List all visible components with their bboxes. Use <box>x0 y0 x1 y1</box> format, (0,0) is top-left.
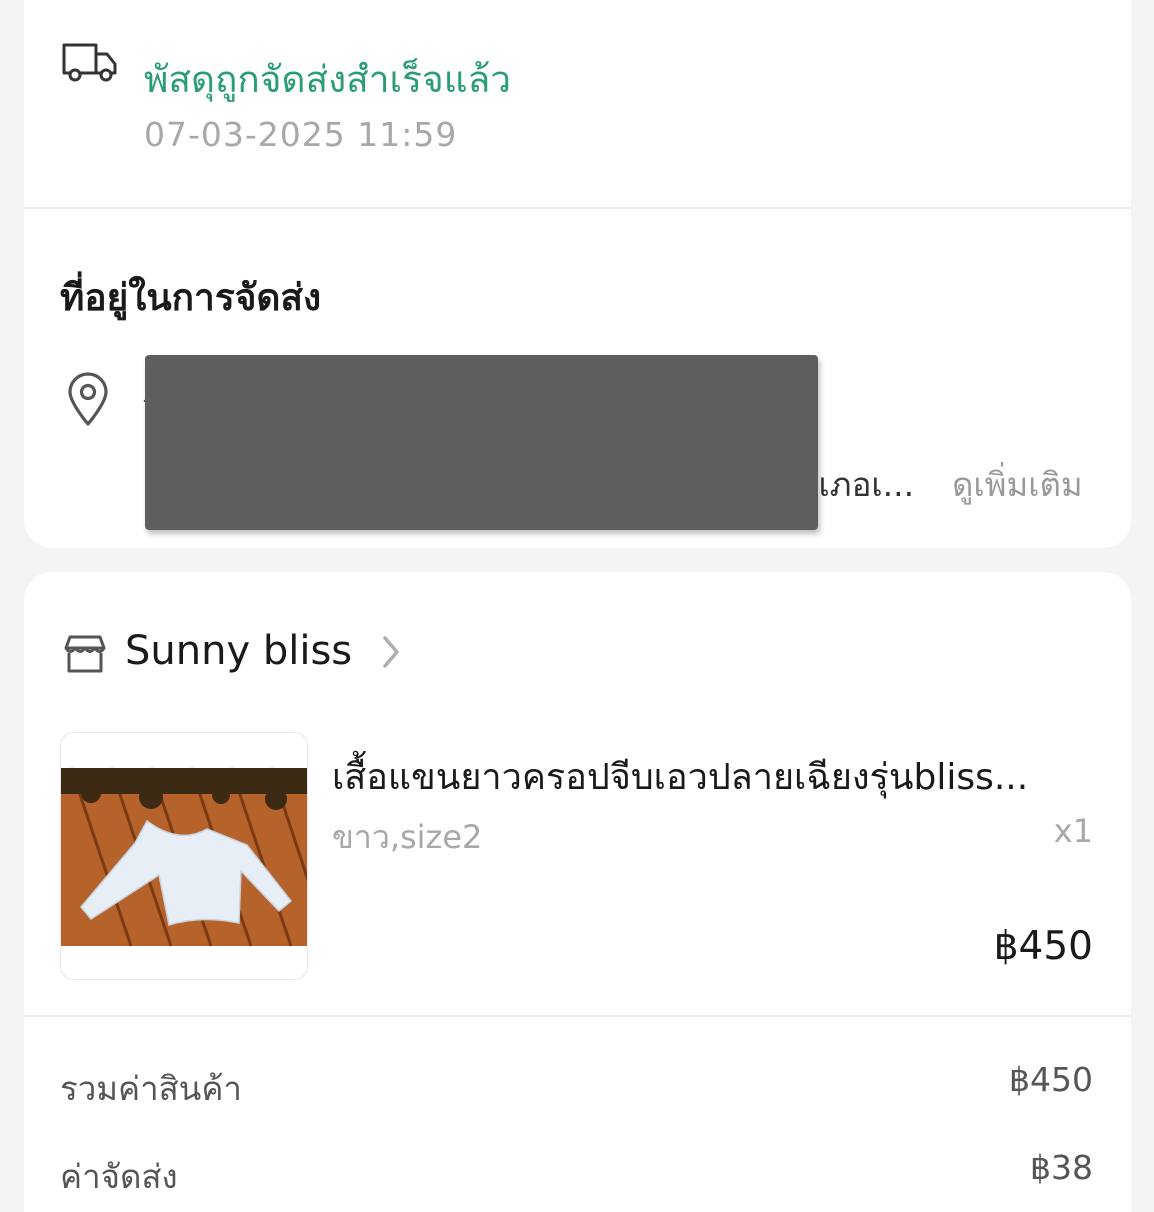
divider <box>24 207 1131 209</box>
product-name[interactable]: เสื้อแขนยาวครอปจีบเอวปลายเฉียงรุ่นbliss.… <box>332 748 1028 805</box>
shop-name[interactable]: Sunny bliss <box>125 628 352 674</box>
product-image <box>61 733 307 979</box>
delivery-info-card: พัสดุถูกจัดส่งสำเร็จแล้ว 07-03-2025 11:5… <box>24 0 1131 548</box>
subtotal-label: รวมค่าสินค้า <box>60 1069 242 1108</box>
location-pin-icon <box>68 372 108 426</box>
shipping-fee-value: ฿38 <box>1030 1148 1093 1187</box>
redaction-box <box>145 355 818 530</box>
store-icon <box>64 635 106 673</box>
delivery-timestamp: 07-03-2025 11:59 <box>144 115 458 154</box>
product-thumbnail[interactable] <box>60 732 308 980</box>
subtotal-value: ฿450 <box>1009 1060 1093 1099</box>
product-variant: ขาว,size2 <box>332 818 483 856</box>
divider <box>24 1015 1131 1017</box>
shipping-fee-label: ค่าจัดส่ง <box>60 1157 178 1196</box>
product-price: ฿450 <box>993 924 1093 969</box>
product-quantity: x1 <box>1053 812 1093 850</box>
shipping-address-title: ที่อยู่ในการจัดส่ง <box>60 276 322 319</box>
chevron-right-icon[interactable] <box>380 634 402 670</box>
see-more-link[interactable]: ดูเพิ่มเติม <box>952 458 1083 511</box>
order-card: Sunny bliss เสื้อแขนยาวครอปจีบเอวปลายเฉี… <box>24 572 1131 1212</box>
delivery-status-text: พัสดุถูกจัดส่งสำเร็จแล้ว <box>144 58 512 101</box>
truck-icon <box>62 43 117 82</box>
